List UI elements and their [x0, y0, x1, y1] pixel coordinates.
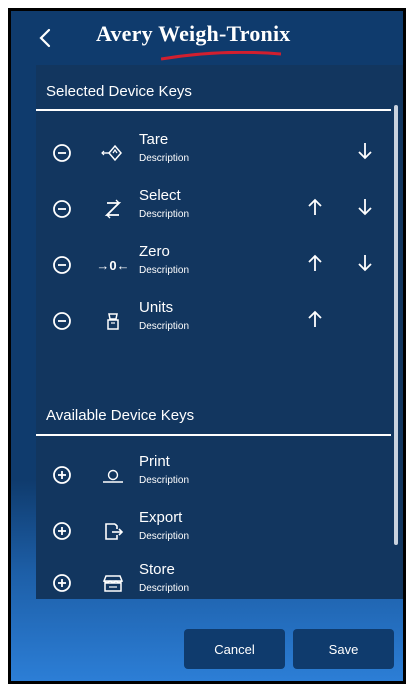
key-name: Units [139, 299, 174, 316]
remove-tare-button[interactable] [52, 143, 72, 163]
available-divider [36, 434, 391, 436]
selected-key-select[interactable]: Select Description [36, 187, 391, 237]
minus-circle-icon [53, 144, 71, 162]
move-up-button[interactable] [304, 307, 326, 331]
arrow-down-icon [358, 143, 372, 160]
zero-icon: →0← [96, 257, 130, 273]
key-description: Description [139, 209, 190, 220]
selected-section-title: Selected Device Keys [46, 83, 192, 100]
selected-key-zero[interactable]: →0← Zero Description [36, 243, 391, 293]
remove-select-button[interactable] [52, 199, 72, 219]
key-description: Description [139, 321, 190, 332]
select-icon [101, 197, 125, 221]
scrollbar-thumb[interactable] [394, 105, 398, 545]
add-export-button[interactable] [52, 521, 72, 541]
panel-scrollbar[interactable] [393, 105, 399, 575]
available-key-export[interactable]: Export Description [36, 509, 391, 559]
key-description: Description [139, 475, 190, 486]
minus-circle-icon [53, 312, 71, 330]
move-up-button[interactable] [304, 195, 326, 219]
key-description: Description [139, 153, 190, 164]
selected-key-tare[interactable]: Tare Description [36, 131, 391, 181]
header-bar: Avery Weigh-Tronix [11, 11, 403, 66]
device-keys-panel[interactable]: Selected Device Keys Tare Description Se… [36, 65, 403, 599]
key-name: Tare [139, 131, 169, 148]
chevron-left-icon [39, 28, 51, 48]
save-button[interactable]: Save [293, 629, 394, 669]
back-button[interactable] [33, 25, 57, 51]
tare-icon [101, 141, 125, 165]
key-name: Export [139, 509, 183, 526]
plus-circle-icon [53, 574, 71, 592]
plus-circle-icon [53, 466, 71, 484]
remove-zero-button[interactable] [52, 255, 72, 275]
arrow-up-icon [308, 310, 322, 327]
arrow-down-icon [358, 255, 372, 272]
key-name: Print [139, 453, 170, 470]
add-print-button[interactable] [52, 465, 72, 485]
plus-circle-icon [53, 522, 71, 540]
minus-circle-icon [53, 256, 71, 274]
arrow-down-icon [358, 199, 372, 216]
add-store-button[interactable] [52, 573, 72, 593]
move-down-button[interactable] [354, 195, 376, 219]
arrow-up-icon [308, 254, 322, 271]
key-name: Select [139, 187, 181, 204]
available-key-print[interactable]: Print Description [36, 453, 391, 503]
print-icon [101, 463, 125, 487]
key-name: Store [139, 561, 175, 578]
arrow-up-icon [308, 198, 322, 215]
key-description: Description [139, 583, 190, 594]
export-icon [101, 519, 125, 543]
available-section-title: Available Device Keys [46, 407, 195, 424]
selected-divider [36, 109, 391, 111]
move-down-button[interactable] [354, 251, 376, 275]
brand-logo: Avery Weigh-Tronix [96, 21, 291, 46]
key-description: Description [139, 265, 190, 276]
cancel-button[interactable]: Cancel [184, 629, 285, 669]
logo-swoosh [161, 51, 281, 61]
available-key-store[interactable]: Store Description [36, 561, 391, 599]
store-icon [101, 571, 125, 595]
selected-key-units[interactable]: Units Description [36, 299, 391, 349]
key-description: Description [139, 531, 190, 542]
move-up-button[interactable] [304, 251, 326, 275]
minus-circle-icon [53, 200, 71, 218]
units-icon [101, 309, 125, 333]
key-name: Zero [139, 243, 170, 260]
move-down-button[interactable] [354, 139, 376, 163]
remove-units-button[interactable] [52, 311, 72, 331]
app-window: Avery Weigh-Tronix Selected Device Keys [8, 8, 406, 684]
